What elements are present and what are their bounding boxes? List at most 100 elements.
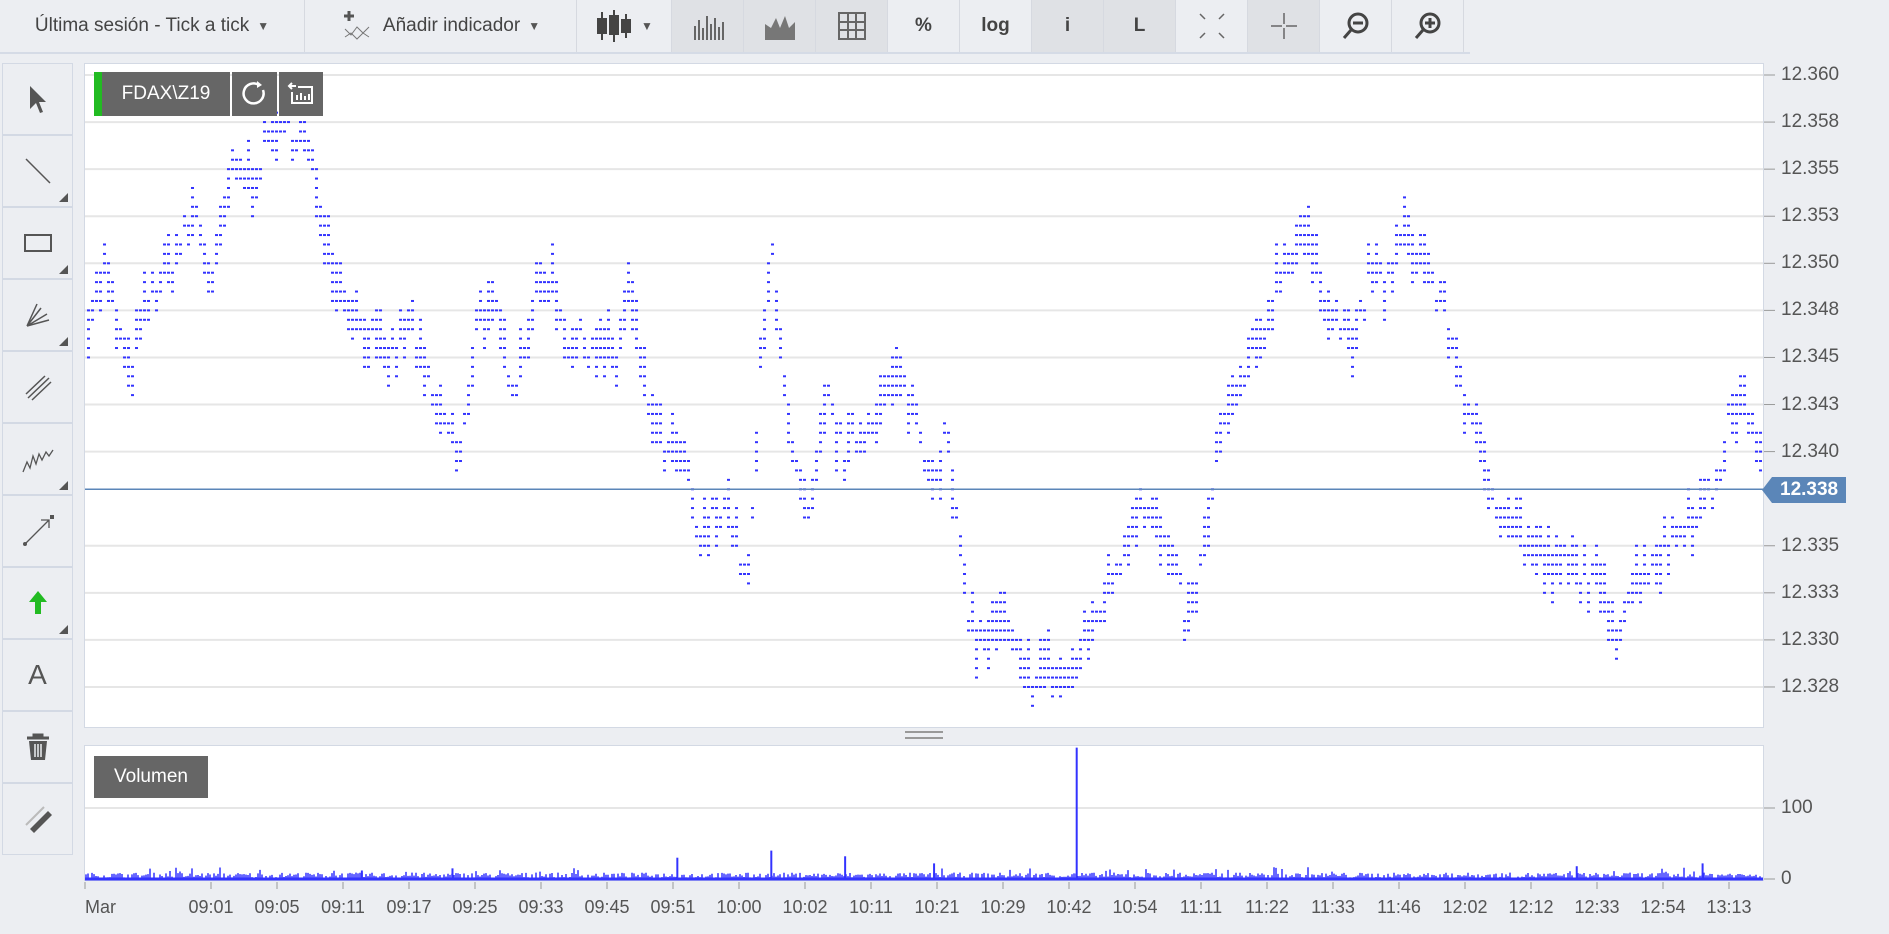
symbol-label: FDAX\Z19 <box>121 83 211 104</box>
x-tick-label: 12:02 <box>1442 897 1488 917</box>
x-tick-label: 10:02 <box>782 897 828 917</box>
x-tick-label: 13:13 <box>1706 897 1752 917</box>
indicator-label: Añadir indicador <box>382 15 521 36</box>
line-tool[interactable] <box>2 135 73 207</box>
x-tick-label: 12:33 <box>1574 897 1620 917</box>
arrow-marker-tool[interactable] <box>2 567 73 639</box>
refresh-icon <box>241 81 265 105</box>
y-tick-label: 12.358 <box>1781 111 1840 133</box>
parallel-lines-tool[interactable] <box>2 351 73 423</box>
eraser-tool[interactable] <box>2 783 73 855</box>
y-tick-label: 12.350 <box>1781 252 1840 274</box>
expand-icon <box>1198 13 1225 39</box>
percent-button[interactable]: % <box>888 0 960 52</box>
submenu-indicator <box>59 481 68 490</box>
parallel-lines-icon <box>24 375 52 401</box>
info-label: i <box>1064 15 1071 36</box>
crosshair-icon <box>1270 13 1297 39</box>
chart-type-dropdown[interactable]: ▼ <box>577 0 672 52</box>
period-dropdown[interactable]: Última sesión - Tick a tick ▼ <box>0 0 305 52</box>
x-tick-label: 11:33 <box>1311 897 1355 917</box>
x-tick-label: 10:54 <box>1112 897 1158 917</box>
indicator-icon <box>343 11 370 40</box>
crosshair-button[interactable] <box>1248 0 1320 52</box>
x-tick-label: 09:05 <box>254 897 300 917</box>
cursor-tool[interactable] <box>2 63 73 135</box>
submenu-indicator <box>59 265 68 274</box>
x-tick-label: 09:51 <box>650 897 696 917</box>
x-tick-label: 10:42 <box>1046 897 1092 917</box>
y-tick-label: 12.330 <box>1781 628 1840 650</box>
reset-view-button[interactable] <box>279 72 323 116</box>
area-button[interactable] <box>744 0 816 52</box>
zoom-out-button[interactable] <box>1320 0 1392 52</box>
delete-tool[interactable] <box>2 711 73 783</box>
rectangle-icon <box>23 234 52 252</box>
arrow-up-icon <box>28 591 47 614</box>
zoom-out-icon <box>1342 12 1368 39</box>
chevron-down-icon: ▼ <box>641 19 653 33</box>
x-tick-label: 09:45 <box>584 897 630 917</box>
volume-chart-panel[interactable] <box>84 745 1764 881</box>
area-chart-icon <box>764 16 795 40</box>
panel-resize-handle[interactable] <box>905 731 943 739</box>
freehand-tool[interactable] <box>2 423 73 495</box>
x-tick-label: 10:00 <box>716 897 762 917</box>
x-tick-label: 10:21 <box>914 897 960 917</box>
y-tick-label: 12.348 <box>1781 299 1840 321</box>
eraser-icon <box>24 806 52 833</box>
arrow-line-icon <box>22 515 54 546</box>
x-tick-label: 11:46 <box>1377 897 1421 917</box>
volume-bars-button[interactable] <box>672 0 744 52</box>
trash-icon <box>26 733 49 760</box>
x-tick-label: 09:11 <box>321 897 365 917</box>
refresh-button[interactable] <box>232 72 277 116</box>
add-indicator-dropdown[interactable]: Añadir indicador ▼ <box>305 0 577 52</box>
toolbar: Última sesión - Tick a tick ▼ Añadir indi… <box>0 0 1470 54</box>
symbol-badge[interactable]: FDAX\Z19 <box>94 72 230 116</box>
submenu-indicator <box>59 193 68 202</box>
x-tick-label: 12:54 <box>1640 897 1686 917</box>
drawing-tools: A <box>2 63 73 855</box>
L-label: L <box>1133 15 1146 36</box>
submenu-indicator <box>59 337 68 346</box>
grid-icon <box>837 12 866 40</box>
volume-tick-label: 0 <box>1781 868 1792 889</box>
current-price-label: 12.338 <box>1761 477 1847 503</box>
fullscreen-button[interactable] <box>1176 0 1248 52</box>
period-label: Última sesión - Tick a tick <box>34 15 250 36</box>
y-tick-label: 12.360 <box>1781 64 1840 85</box>
fan-tool[interactable] <box>2 279 73 351</box>
L-button[interactable]: L <box>1104 0 1176 52</box>
log-label: log <box>981 15 1010 36</box>
volume-tick-label: 100 <box>1781 797 1813 818</box>
log-button[interactable]: log <box>960 0 1032 52</box>
freehand-icon <box>21 449 54 473</box>
chevron-down-icon: ▼ <box>257 19 270 33</box>
info-button[interactable]: i <box>1032 0 1104 52</box>
bars-icon <box>693 16 724 40</box>
rectangle-tool[interactable] <box>2 207 73 279</box>
x-tick-label: 09:17 <box>386 897 432 917</box>
y-tick-label: 12.328 <box>1781 675 1840 697</box>
y-tick-label: 12.345 <box>1781 346 1840 368</box>
x-tick-label: 12:12 <box>1508 897 1554 917</box>
back-chart-icon <box>287 82 313 104</box>
x-tick-label: 09:25 <box>452 897 498 917</box>
text-icon: A <box>28 659 47 690</box>
volume-badge: Volumen <box>94 756 208 798</box>
candlestick-icon <box>597 10 632 42</box>
cursor-icon <box>29 86 46 113</box>
zoom-in-button[interactable] <box>1392 0 1464 52</box>
x-tick-label: 11:11 <box>1179 897 1223 917</box>
y-tick-label: 12.340 <box>1781 440 1840 462</box>
arrow-line-tool[interactable] <box>2 495 73 567</box>
x-tick-label: Mar <box>85 897 116 917</box>
text-tool[interactable]: A <box>2 639 73 711</box>
grid-button[interactable] <box>816 0 888 52</box>
price-chart-panel[interactable] <box>84 63 1764 728</box>
x-tick-label: 10:29 <box>980 897 1026 917</box>
x-tick-label: 09:33 <box>518 897 564 917</box>
line-icon <box>24 158 51 184</box>
zoom-in-icon <box>1414 12 1440 39</box>
